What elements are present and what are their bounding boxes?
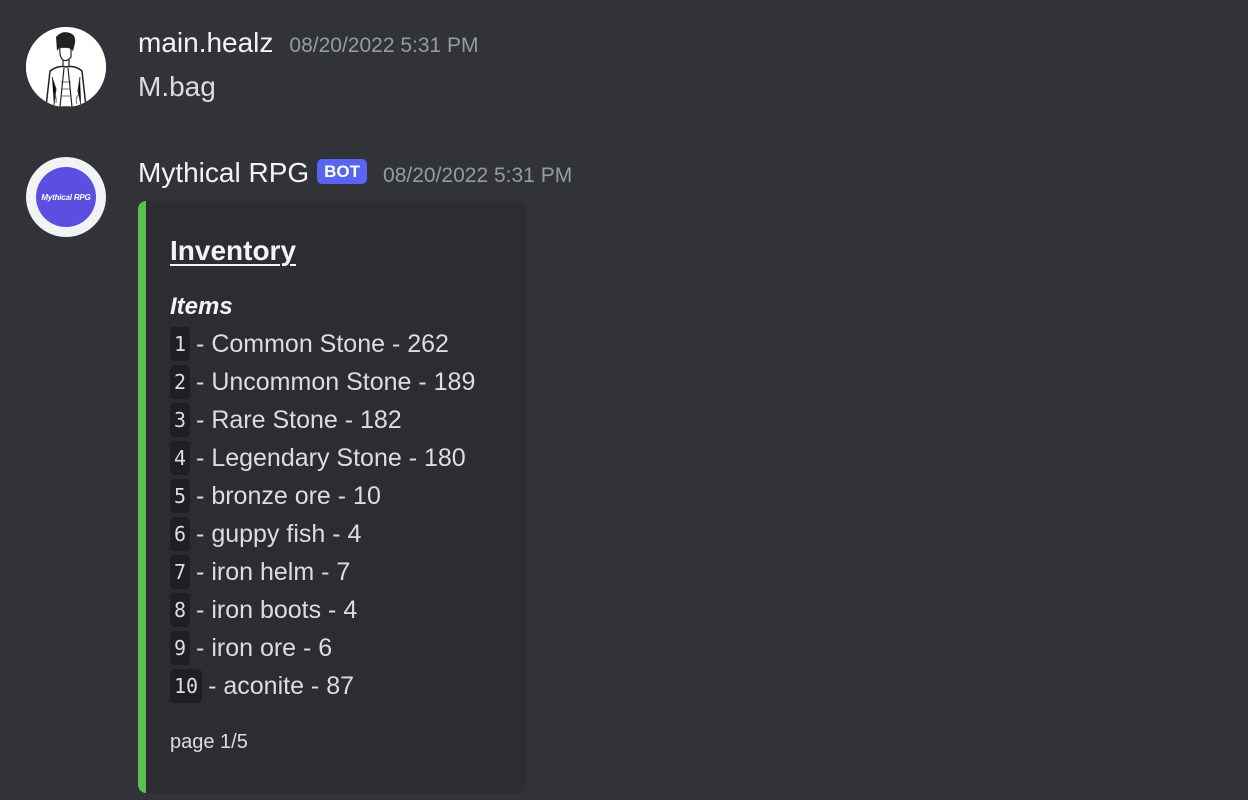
item-number: 7 xyxy=(170,555,191,589)
timestamp: 08/20/2022 5:31 PM xyxy=(289,34,479,57)
list-item: 5 - bronze ore - 10 xyxy=(170,477,502,515)
bot-avatar-logo: Mythical RPG xyxy=(36,167,96,227)
item-text: - aconite - 87 xyxy=(208,672,355,700)
item-number: 3 xyxy=(170,403,191,437)
item-number: 10 xyxy=(170,669,203,703)
user-avatar-sketch-icon xyxy=(26,27,106,107)
item-number: 2 xyxy=(170,365,191,399)
item-text: - bronze ore - 10 xyxy=(196,482,381,510)
item-text: - iron helm - 7 xyxy=(196,558,351,586)
item-text: - Rare Stone - 182 xyxy=(196,406,402,434)
list-item: 1 - Common Stone - 262 xyxy=(170,325,502,363)
timestamp: 08/20/2022 5:31 PM xyxy=(383,164,573,187)
bot-avatar[interactable]: Mythical RPG xyxy=(26,157,106,237)
bot-tag: BOT xyxy=(317,159,368,184)
message-content: M.bag xyxy=(138,71,216,102)
list-item: 8 - iron boots - 4 xyxy=(170,591,502,629)
user-avatar[interactable] xyxy=(26,27,106,107)
item-number: 4 xyxy=(170,441,191,475)
list-item: 7 - iron helm - 7 xyxy=(170,553,502,591)
item-number: 9 xyxy=(170,631,191,665)
list-item: 3 - Rare Stone - 182 xyxy=(170,401,502,439)
item-text: - iron boots - 4 xyxy=(196,596,358,624)
list-item: 2 - Uncommon Stone - 189 xyxy=(170,363,502,401)
item-text: - iron ore - 6 xyxy=(196,634,333,662)
item-number: 1 xyxy=(170,327,191,361)
list-item: 9 - iron ore - 6 xyxy=(170,629,502,667)
embed: Inventory Items 1 - Common Stone - 262 2… xyxy=(138,201,526,793)
item-number: 8 xyxy=(170,593,191,627)
message-header: main.healz 08/20/2022 5:31 PM xyxy=(138,27,479,59)
embed-field-name: Items xyxy=(170,293,233,320)
embed-footer: page 1/5 xyxy=(170,731,248,753)
inventory-list: 1 - Common Stone - 262 2 - Uncommon Ston… xyxy=(170,325,502,705)
item-text: - Uncommon Stone - 189 xyxy=(196,368,476,396)
item-text: - Legendary Stone - 180 xyxy=(196,444,466,472)
message-header: Mythical RPG BOT 08/20/2022 5:31 PM xyxy=(138,157,572,189)
item-number: 5 xyxy=(170,479,191,513)
item-number: 6 xyxy=(170,517,191,551)
list-item: 4 - Legendary Stone - 180 xyxy=(170,439,502,477)
username[interactable]: main.healz xyxy=(138,27,273,59)
item-text: - Common Stone - 262 xyxy=(196,330,449,358)
chat-message-list: main.healz 08/20/2022 5:31 PM M.bag Myth… xyxy=(0,0,1248,800)
embed-title: Inventory xyxy=(170,235,297,266)
list-item: 10 - aconite - 87 xyxy=(170,667,502,705)
list-item: 6 - guppy fish - 4 xyxy=(170,515,502,553)
username[interactable]: Mythical RPG xyxy=(138,157,309,189)
item-text: - guppy fish - 4 xyxy=(196,520,362,548)
